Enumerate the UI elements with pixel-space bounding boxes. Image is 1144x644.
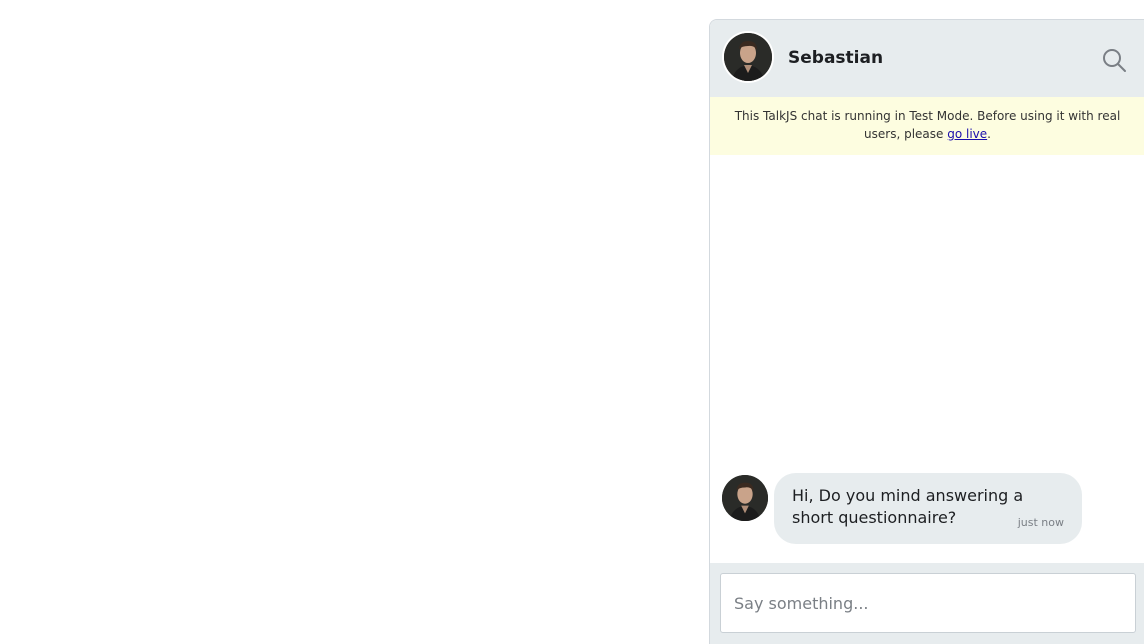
avatar [722,31,774,83]
message-avatar [722,475,768,521]
chat-widget: Sebastian This TalkJS chat is running in… [709,19,1144,644]
message-input[interactable] [720,573,1136,633]
avatar-image [724,33,772,81]
person-avatar-icon [724,33,772,81]
chat-header: Sebastian [710,20,1144,97]
message-list[interactable]: Hi, Do you mind answering a short questi… [710,155,1144,563]
search-button[interactable] [1100,46,1128,74]
message-text: Hi, Do you mind answering a short questi… [792,486,1024,527]
go-live-link[interactable]: go live [947,127,987,141]
test-mode-banner: This TalkJS chat is running in Test Mode… [710,97,1144,155]
search-icon [1103,49,1126,72]
message-timestamp: just now [1017,516,1064,529]
person-avatar-icon [722,475,768,521]
banner-suffix: . [987,127,991,141]
message-item: Hi, Do you mind answering a short questi… [722,473,1122,545]
banner-text: This TalkJS chat is running in Test Mode… [734,109,1121,141]
message-bubble: Hi, Do you mind answering a short questi… [774,473,1082,544]
header-name: Sebastian [788,48,884,68]
composer [710,563,1144,644]
